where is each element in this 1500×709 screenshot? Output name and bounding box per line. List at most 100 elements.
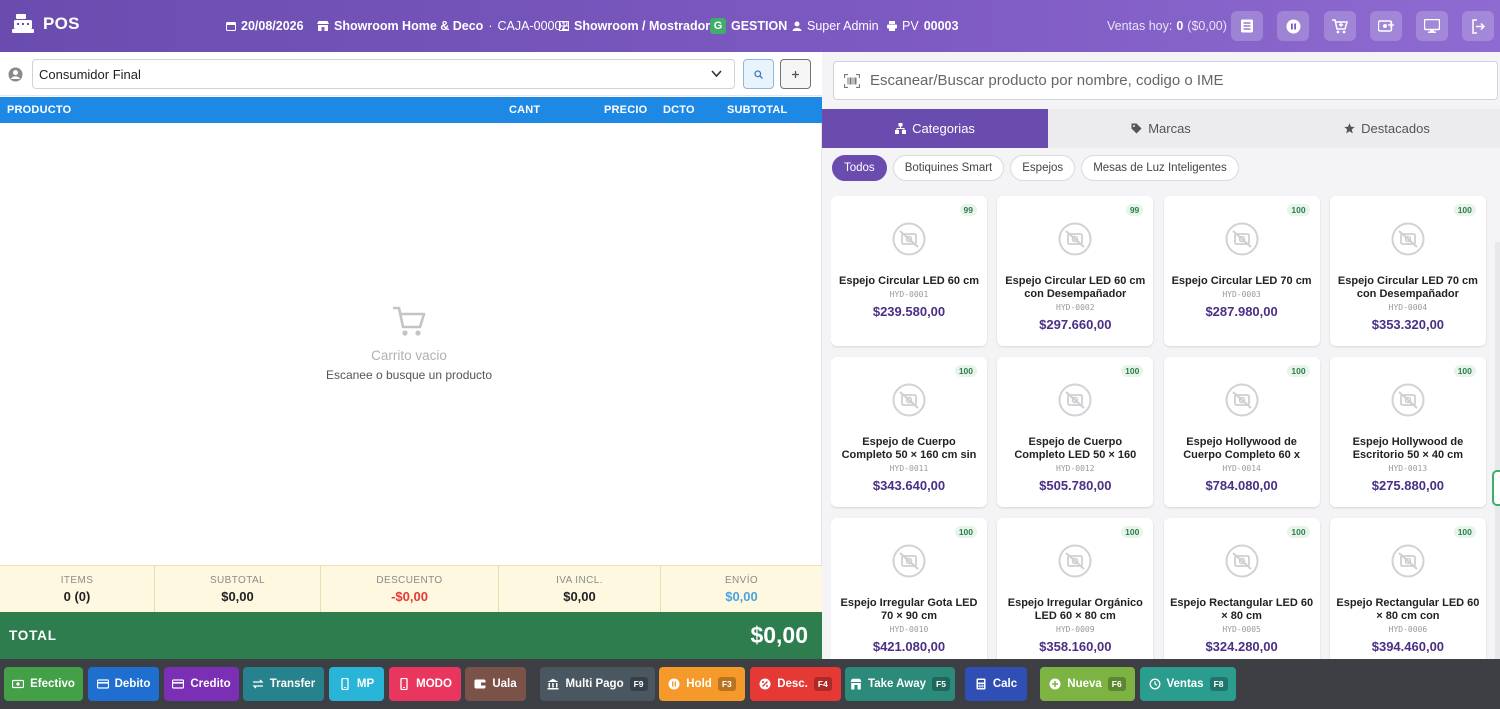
shortcut-key: F9: [629, 677, 648, 691]
cash-register-logo-icon: [12, 14, 34, 33]
product-panel: Escanear/Buscar producto por nombre, cod…: [822, 52, 1500, 692]
cart-plus-button[interactable]: [1324, 11, 1356, 41]
history-icon: [1149, 678, 1160, 690]
button-label: Take Away: [868, 678, 927, 690]
no-image-icon: [1391, 544, 1425, 578]
product-image: [1225, 544, 1259, 578]
receipt-button[interactable]: [1231, 11, 1263, 41]
stock-badge: 100: [1287, 365, 1310, 377]
product-code: HYD-0005: [1222, 625, 1261, 634]
product-search-input[interactable]: Escanear/Buscar producto por nombre, cod…: [833, 61, 1498, 100]
product-name: Espejo de Cuerpo Completo LED 50 × 160: [1014, 436, 1137, 461]
shipping-summary[interactable]: ENVÍO $0,00: [661, 566, 822, 613]
product-card[interactable]: 100 Espejo de Cuerpo Completo 50 × 160 cm…: [831, 357, 987, 507]
product-grid: 99 Espejo Circular LED 60 cm HYD-0001 $239.…: [831, 196, 1493, 659]
product-price: $239.580,00: [872, 304, 946, 319]
calculator-icon: [976, 678, 986, 690]
header-location: Showroom / Mostrador: [559, 0, 710, 52]
discount-summary[interactable]: DESCUENTO -$0,00: [321, 566, 499, 613]
debito-button[interactable]: Debito: [88, 667, 159, 701]
multi-pago-button[interactable]: Multi Pago F9: [540, 667, 655, 701]
product-info: Espejo Circular LED 60 cm con Desempañad…: [997, 275, 1153, 332]
hold-button[interactable]: Hold F3: [659, 667, 745, 701]
header-mode: G GESTION: [710, 0, 787, 52]
total-value: $0,00: [750, 622, 808, 648]
stock-badge: 100: [1453, 365, 1476, 377]
side-panel-tab[interactable]: [1492, 470, 1500, 506]
product-card[interactable]: 99 Espejo Circular LED 60 cm HYD-0001 $239.…: [831, 196, 987, 346]
take-away-button[interactable]: Take Away F5: [845, 667, 955, 701]
pause-sale-button[interactable]: [1277, 11, 1309, 41]
card-icon: [96, 679, 109, 689]
product-info: Espejo Irregular Gota LED 70 × 90 cm HYD-…: [831, 597, 987, 654]
customer-display-button[interactable]: [1416, 11, 1448, 41]
nueva-button[interactable]: Nueva F6: [1040, 667, 1135, 701]
no-image-icon: [1225, 383, 1259, 417]
cash-register-button[interactable]: [1370, 11, 1402, 41]
cart-table-header: PRODUCTO CANT PRECIO DCTO SUBTOTAL: [0, 97, 822, 123]
shortcut-key: F4: [813, 677, 832, 691]
mode-badge: G: [710, 18, 726, 34]
product-card[interactable]: 100 Espejo de Cuerpo Completo LED 50 × 16…: [997, 357, 1154, 507]
product-card[interactable]: 100 Espejo Rectangular LED 60 × 80 cm HYD-…: [1163, 518, 1320, 659]
plus-icon: [792, 70, 799, 78]
button-label: Transfer: [269, 678, 316, 690]
product-card[interactable]: 100 Espejo Hollywood de Cuerpo Completo 6…: [1163, 357, 1320, 507]
col-product: PRODUCTO: [7, 104, 72, 116]
product-code: HYD-0004: [1388, 303, 1428, 312]
efectivo-button[interactable]: Efectivo: [4, 667, 83, 701]
product-card[interactable]: 100 Espejo Circular LED 70 cm HYD-0003 $287…: [1163, 196, 1320, 346]
subtotal-summary: SUBTOTAL $0,00: [155, 566, 321, 613]
tab-featured[interactable]: Destacados: [1274, 109, 1500, 148]
product-card[interactable]: 100 Espejo Irregular Gota LED 70 × 90 cm H…: [831, 518, 987, 659]
customer-select[interactable]: Consumidor Final: [32, 59, 735, 89]
transfer-button[interactable]: Transfer: [243, 667, 324, 701]
no-image-icon: [1391, 222, 1425, 256]
stock-badge: 100: [1287, 526, 1310, 538]
category-chip-botiquines[interactable]: Botiquines Smart: [892, 155, 1005, 181]
product-name: Espejo Rectangular LED 60 × 80 cm: [1170, 597, 1314, 622]
mp-button[interactable]: MP: [329, 667, 384, 701]
modo-button[interactable]: MODO: [389, 667, 461, 701]
product-image: [892, 383, 926, 417]
payment-bar: Efectivo Debito Credito Transfer MP MODO Uala M…: [0, 659, 1500, 709]
category-chip-espejos[interactable]: Espejos: [1010, 155, 1076, 181]
star-icon: [1344, 123, 1355, 134]
button-label: Debito: [114, 678, 151, 690]
shortcut-key: F6: [1107, 677, 1126, 691]
product-card[interactable]: 100 Espejo Rectangular LED 60 × 80 cm con…: [1329, 518, 1486, 659]
credito-button[interactable]: Credito: [164, 667, 239, 701]
app-header: POS 20/08/2026 Showroom Home & Deco · CA…: [0, 0, 1500, 52]
header-date: 20/08/2026: [226, 0, 304, 52]
product-card[interactable]: 99 Espejo Circular LED 60 cm con Desempañ…: [997, 196, 1154, 346]
empty-cart-title: Carrito vacio: [371, 348, 447, 363]
empty-cart-state: Carrito vacio Escanee o busque un produc…: [0, 306, 818, 382]
product-name: Espejo Circular LED 70 cm: [1171, 275, 1312, 287]
search-customer-button[interactable]: [743, 59, 774, 89]
product-price: $275.880,00: [1371, 478, 1445, 493]
desc-button[interactable]: Desc. F4: [750, 667, 841, 701]
calendar-icon: [226, 22, 236, 31]
product-card[interactable]: 100 Espejo Irregular Orgánico LED 60 × 80…: [997, 518, 1154, 659]
uala-button[interactable]: Uala: [465, 667, 526, 701]
tab-categories[interactable]: Categorias: [822, 109, 1048, 148]
category-chip-mesas[interactable]: Mesas de Luz Inteligentes: [1081, 155, 1239, 181]
category-chip-all[interactable]: Todos: [832, 155, 887, 181]
product-card[interactable]: 100 Espejo Hollywood de Escritorio 50 × 4…: [1329, 357, 1486, 507]
product-image: [1391, 544, 1425, 578]
empty-cart-subtitle: Escanee o busque un producto: [325, 368, 493, 382]
header-store: Showroom Home & Deco · CAJA-00002: [317, 0, 568, 52]
add-customer-button[interactable]: [780, 59, 811, 89]
logout-button[interactable]: [1462, 11, 1494, 41]
ventas-button[interactable]: Ventas F8: [1140, 667, 1236, 701]
product-grid-scrollbar[interactable]: [1495, 242, 1500, 692]
tab-brands[interactable]: Marcas: [1048, 109, 1274, 148]
product-info: Espejo de Cuerpo Completo LED 50 × 160 HY…: [997, 436, 1153, 493]
pause-circle-icon: [1286, 19, 1300, 33]
discount-icon: [759, 678, 771, 690]
product-code: HYD-0009: [1056, 625, 1095, 634]
calc-button[interactable]: Calc: [965, 667, 1027, 701]
product-card[interactable]: 100 Espejo Circular LED 70 cm con Desempa…: [1329, 196, 1486, 346]
header-user: Super Admin: [792, 0, 879, 52]
button-label: Multi Pago: [565, 678, 624, 690]
